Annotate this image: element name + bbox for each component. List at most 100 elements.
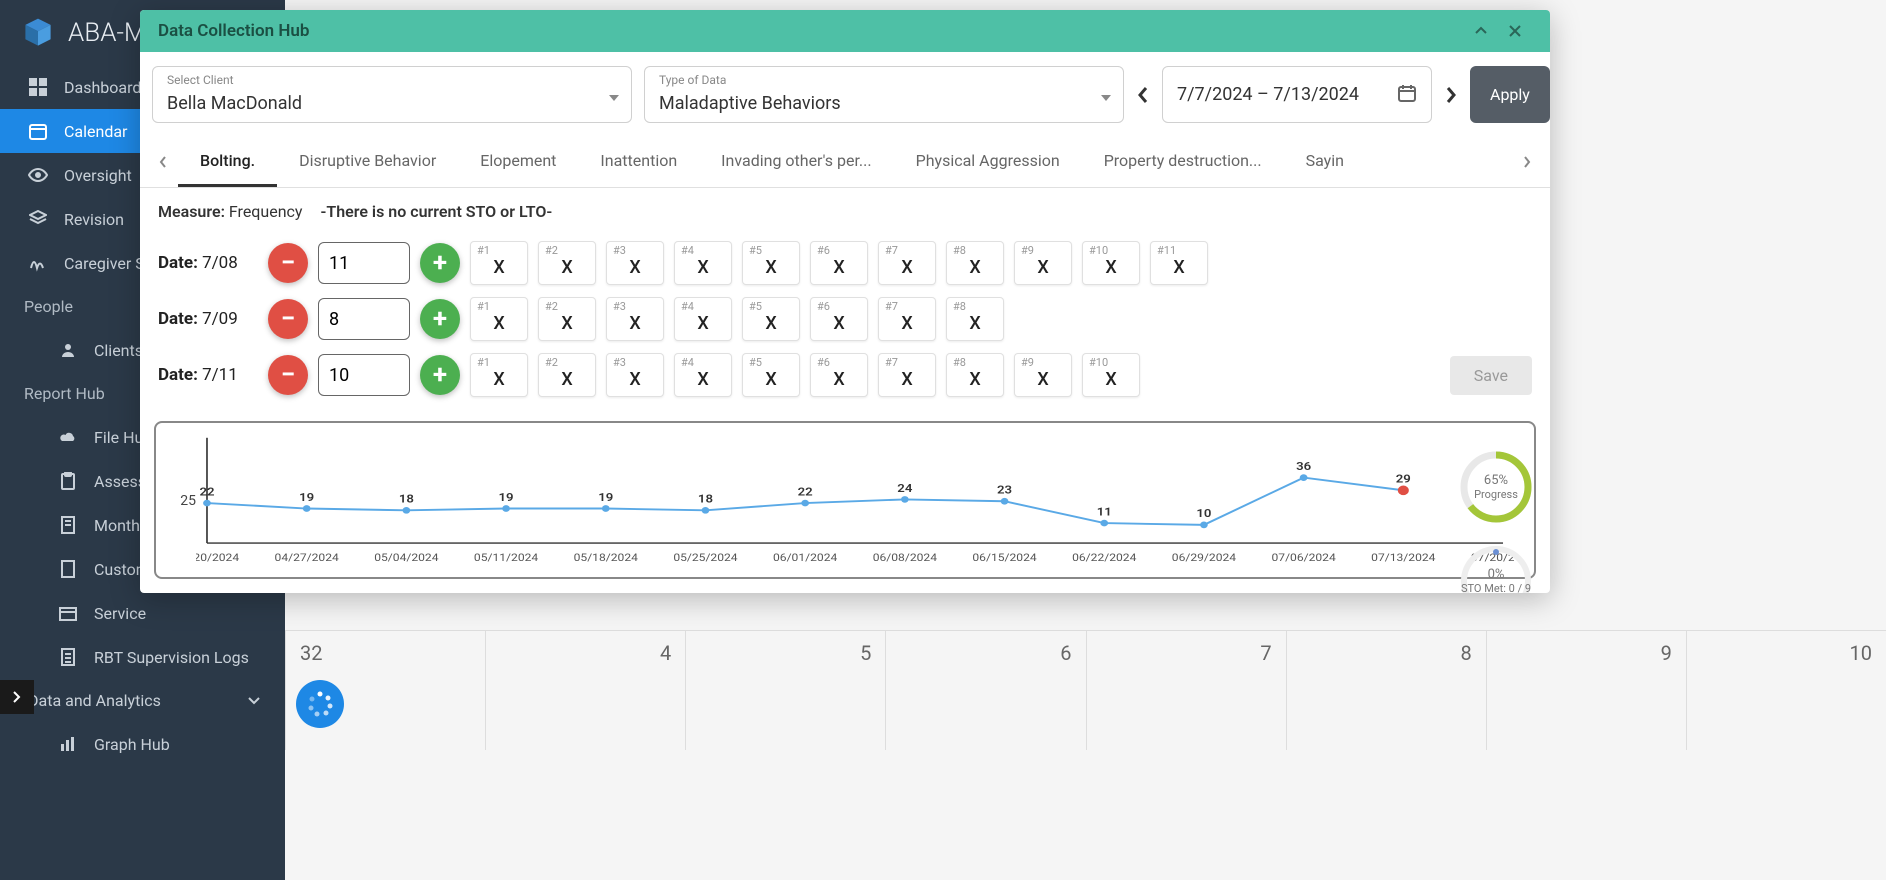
occurrence-box[interactable]: #5X [742,297,800,341]
nav-label: Revision [64,210,124,229]
calendar-cell[interactable]: 8 [1286,631,1486,750]
occurrence-box[interactable]: #8X [946,353,1004,397]
occurrence-box[interactable]: #5X [742,353,800,397]
increment-button[interactable]: + [420,243,460,283]
calendar-cell[interactable]: 5 [685,631,885,750]
nav-data-analytics[interactable]: Data and Analytics [0,679,285,722]
log-icon [58,647,78,667]
occurrence-box[interactable]: #4X [674,241,732,285]
client-select[interactable]: Select Client Bella MacDonald [152,66,632,123]
nav-service[interactable]: Service [0,591,285,635]
occurrence-box[interactable]: #6X [810,353,868,397]
occurrence-box[interactable]: #3X [606,297,664,341]
occurrence-box[interactable]: #10X [1082,353,1140,397]
filter-row: Select Client Bella MacDonald Type of Da… [140,52,1550,137]
prev-week-button[interactable] [1136,66,1150,123]
tab-bolting-[interactable]: Bolting. [178,137,277,187]
service-icon [58,603,78,623]
calendar-icon [28,121,48,141]
occurrence-box[interactable]: #4X [674,297,732,341]
occurrence-box[interactable]: #8X [946,297,1004,341]
increment-button[interactable]: + [420,299,460,339]
occurrence-box[interactable]: #5X [742,241,800,285]
svg-text:18: 18 [399,493,414,506]
next-week-button[interactable] [1444,66,1458,123]
calendar-cell[interactable]: 4 [485,631,685,750]
date-range-picker[interactable]: 7/7/2024 – 7/13/2024 [1162,66,1432,123]
occurrence-box[interactable]: #10X [1082,241,1140,285]
gauge-pct: 65% [1484,473,1508,489]
svg-text:29: 29 [1396,473,1411,486]
sidebar-expand-button[interactable] [0,680,34,714]
count-input[interactable] [318,298,410,340]
calendar-cell[interactable]: 10 [1686,631,1886,750]
nav-label: Dashboard [64,78,141,97]
save-button[interactable]: Save [1450,356,1532,395]
occurrence-box[interactable]: #7X [878,297,936,341]
tab-elopement[interactable]: Elopement [458,137,578,187]
increment-button[interactable]: + [420,355,460,395]
count-input[interactable] [318,354,410,396]
minimize-button[interactable] [1464,14,1498,48]
report-icon [58,515,78,535]
decrement-button[interactable]: − [268,299,308,339]
tabs-prev-button[interactable] [148,142,178,182]
client-select-label: Select Client [167,73,617,87]
calendar-cell[interactable]: 9 [1486,631,1686,750]
occurrence-box[interactable]: #1X [470,297,528,341]
eye-icon [28,165,48,185]
tab-invading-other-s-per-[interactable]: Invading other's per... [699,137,893,187]
tabs-next-button[interactable] [1512,142,1542,182]
signature-icon [28,253,48,273]
calendar-cell[interactable]: 6 [885,631,1085,750]
svg-text:22: 22 [199,486,214,499]
nav-label: Service [94,604,146,623]
occurrence-box[interactable]: #3X [606,241,664,285]
tab-property-destruction-[interactable]: Property destruction... [1082,137,1284,187]
date-range-text: 7/7/2024 – 7/13/2024 [1177,84,1397,105]
svg-text:06/01/2024: 06/01/2024 [773,551,838,564]
occurrence-box[interactable]: #2X [538,353,596,397]
occurrence-box[interactable]: #9X [1014,353,1072,397]
occurrence-box[interactable]: #7X [878,353,936,397]
nav-label: Graph Hub [94,735,170,754]
count-input[interactable] [318,242,410,284]
occurrence-box[interactable]: #2X [538,241,596,285]
occurrence-box[interactable]: #2X [538,297,596,341]
entry-row: Date: 7/11−+#1X#2X#3X#4X#5X#6X#7X#8X#9X#… [140,347,1550,403]
occurrence-box[interactable]: #7X [878,241,936,285]
occurrence-box[interactable]: #6X [810,297,868,341]
decrement-button[interactable]: − [268,355,308,395]
chevron-down-icon [247,691,261,710]
tab-disruptive-behavior[interactable]: Disruptive Behavior [277,137,458,187]
occurrence-box[interactable]: #3X [606,353,664,397]
svg-text:07/06/2024: 07/06/2024 [1271,551,1336,564]
tab-inattention[interactable]: Inattention [578,137,699,187]
svg-text:19: 19 [598,492,613,505]
chart-icon [58,734,78,754]
client-select-value: Bella MacDonald [167,93,617,114]
close-button[interactable] [1498,14,1532,48]
occurrence-box[interactable]: #6X [810,241,868,285]
type-select[interactable]: Type of Data Maladaptive Behaviors [644,66,1124,123]
svg-text:04/27/2024: 04/27/2024 [275,551,340,564]
occurrence-box[interactable]: #8X [946,241,1004,285]
decrement-button[interactable]: − [268,243,308,283]
occurrence-box[interactable]: #1X [470,241,528,285]
modal-header: Data Collection Hub [140,10,1550,52]
apply-button[interactable]: Apply [1470,66,1550,123]
occurrence-box[interactable]: #9X [1014,241,1072,285]
cloud-icon [58,427,78,447]
calendar-cell[interactable]: 7 [1086,631,1286,750]
occurrence-box[interactable]: #1X [470,353,528,397]
measure-value: Frequency [229,202,303,221]
occurrence-box[interactable]: #11X [1150,241,1208,285]
svg-text:22: 22 [798,486,813,499]
tab-sayin[interactable]: Sayin [1284,137,1366,187]
tab-physical-aggression[interactable]: Physical Aggression [894,137,1082,187]
measure-label: Measure: [158,202,225,221]
nav-graphhub[interactable]: Graph Hub [0,722,285,766]
svg-text:05/04/2024: 05/04/2024 [374,551,439,564]
occurrence-box[interactable]: #4X [674,353,732,397]
nav-rbt[interactable]: RBT Supervision Logs [0,635,285,679]
